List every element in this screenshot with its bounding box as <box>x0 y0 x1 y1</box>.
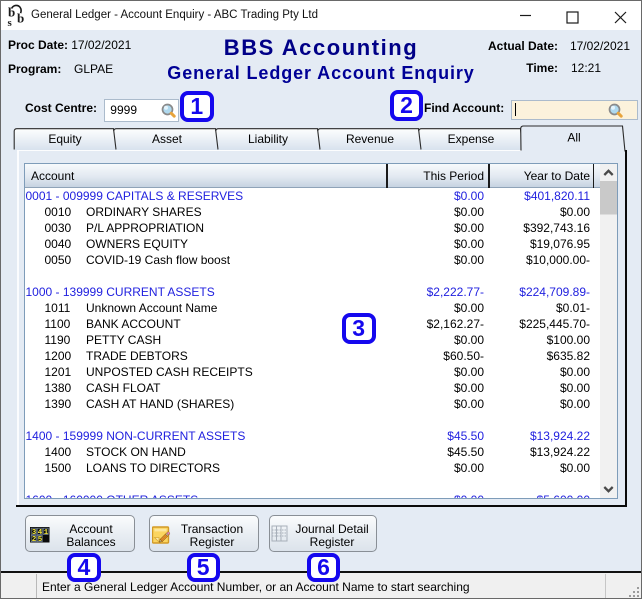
svg-text:Expense: Expense <box>448 132 495 146</box>
svg-text:b: b <box>17 11 24 26</box>
svg-text:2: 2 <box>31 536 35 544</box>
svg-text:Liability: Liability <box>248 132 288 146</box>
svg-text:Revenue: Revenue <box>346 132 394 146</box>
svg-text:1: 1 <box>43 529 48 537</box>
svg-text:Asset: Asset <box>152 132 183 146</box>
svg-text:5: 5 <box>37 536 42 544</box>
svg-text:s: s <box>8 17 13 28</box>
svg-text:Equity: Equity <box>48 132 81 146</box>
svg-text:All: All <box>567 131 580 145</box>
